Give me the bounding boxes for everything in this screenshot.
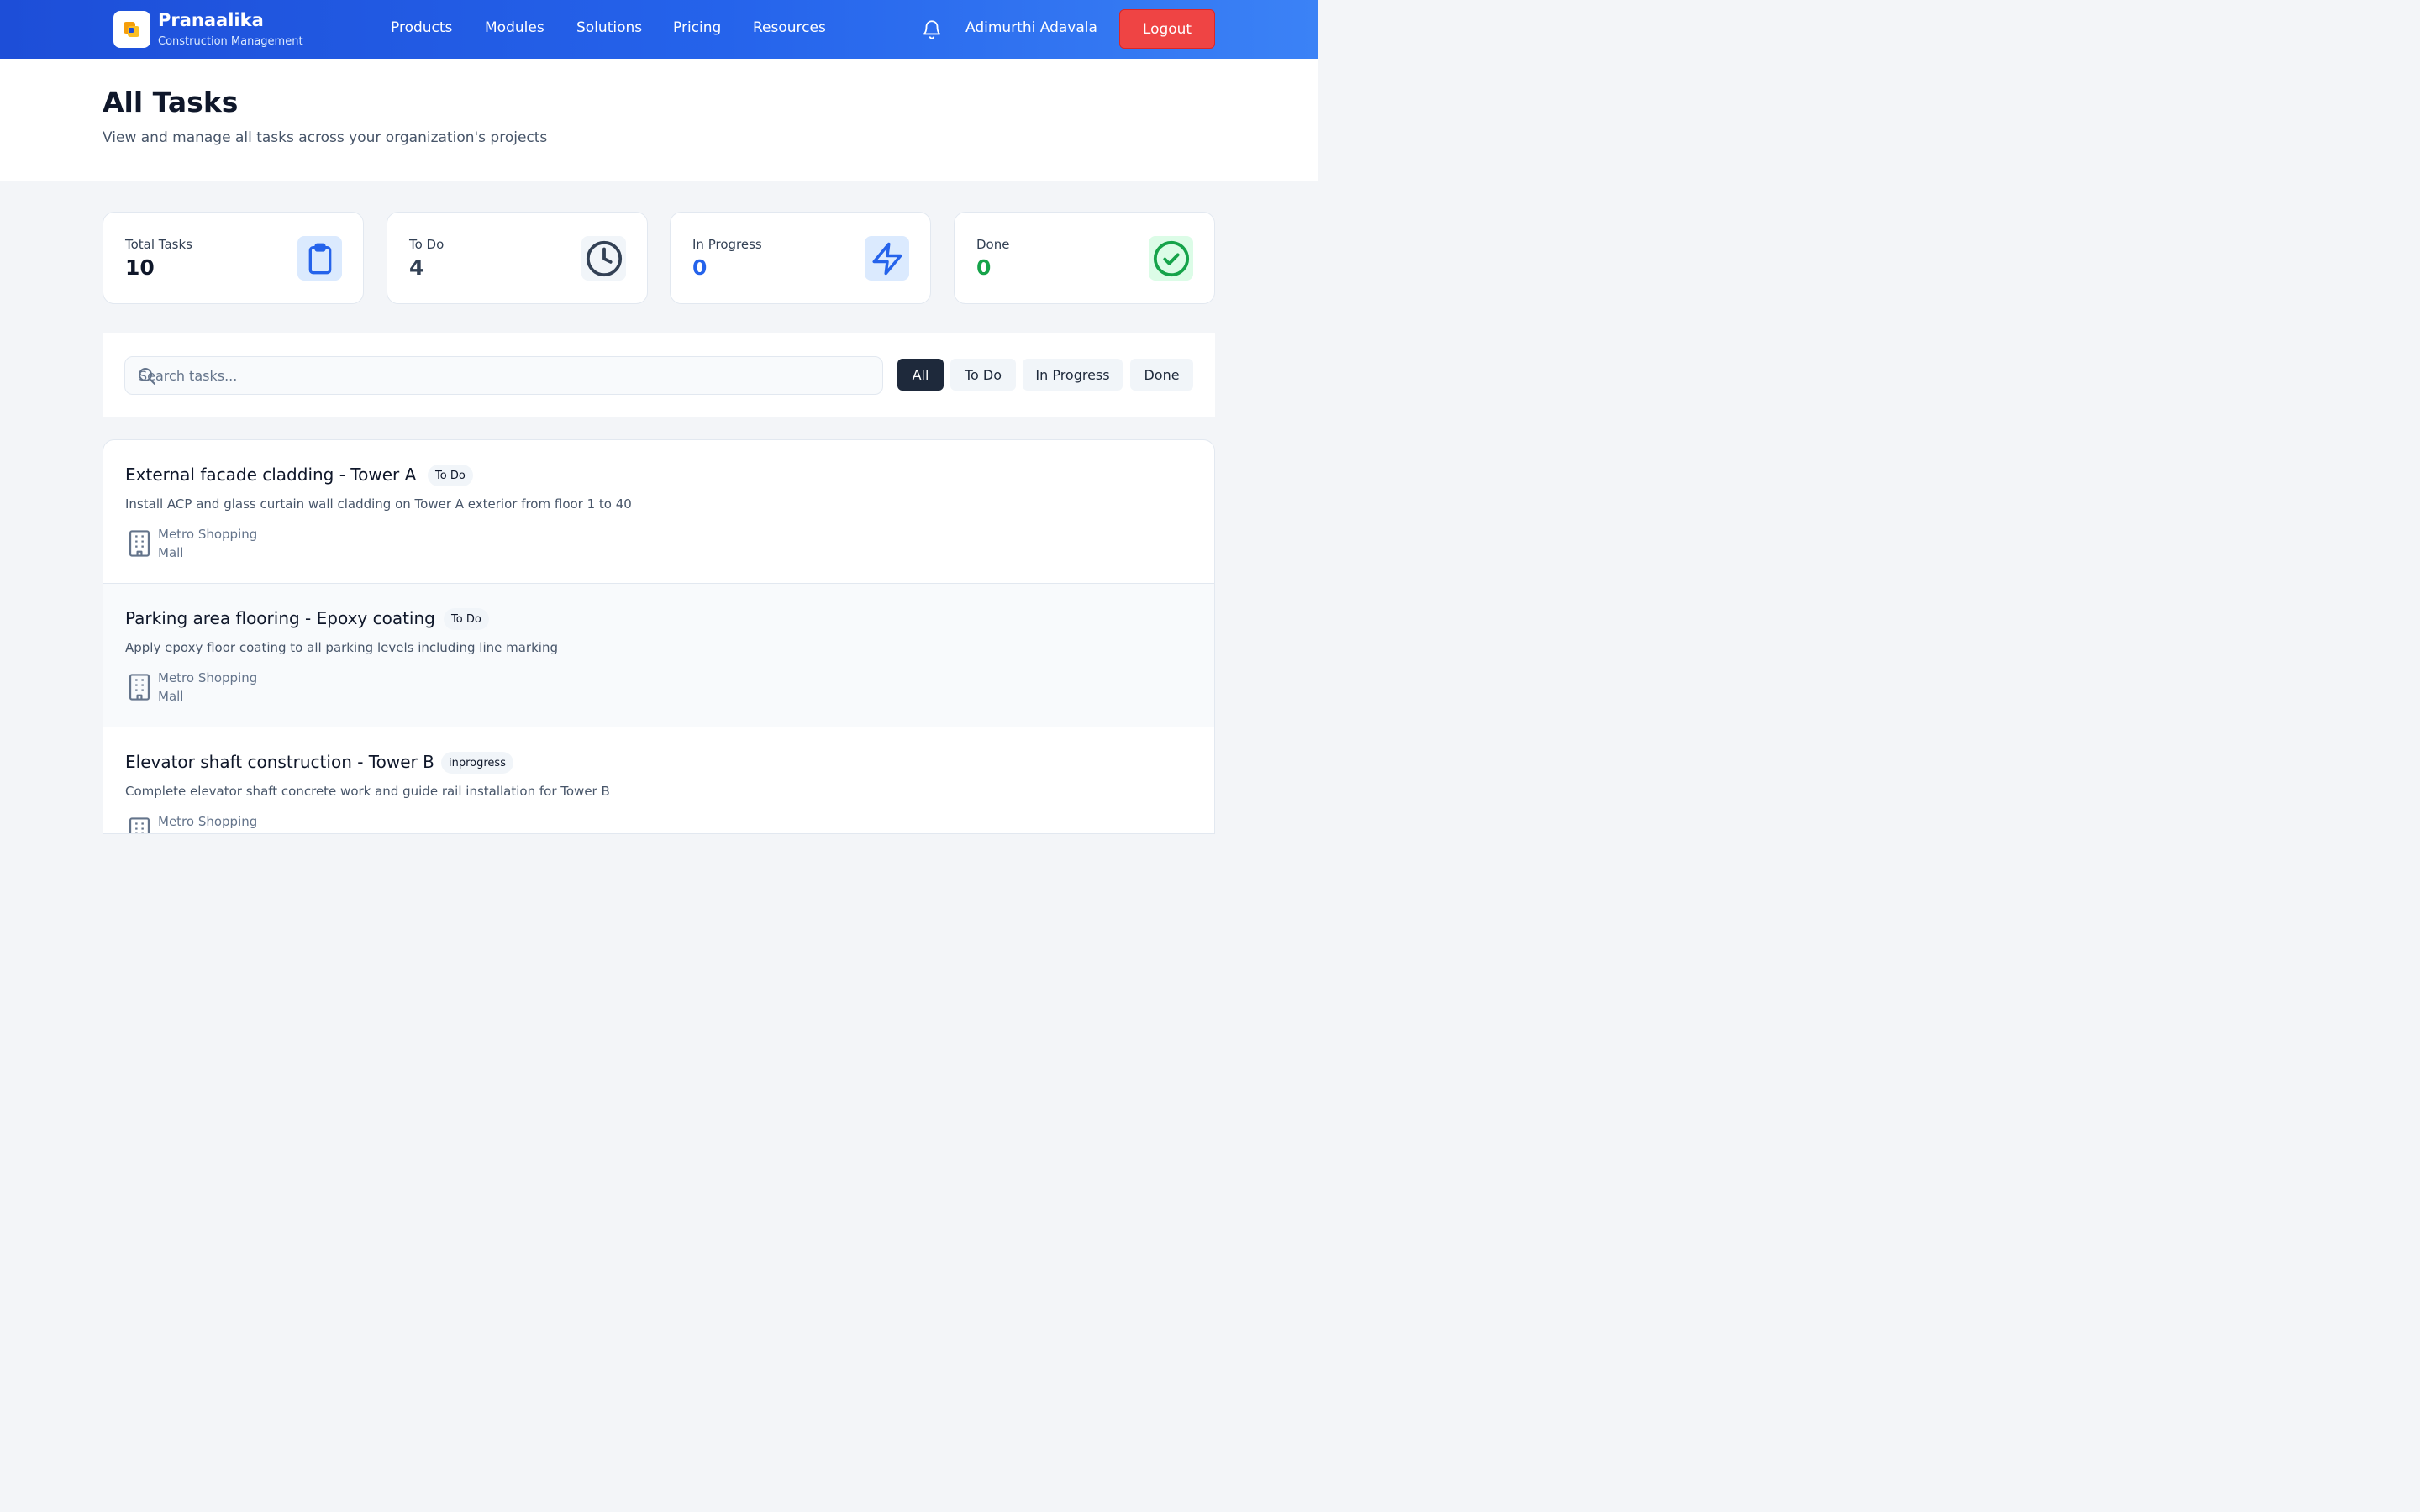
building-icon (127, 816, 152, 833)
task-title[interactable]: External facade cladding - Tower A (125, 465, 416, 485)
stat-label: Done (976, 237, 1010, 252)
task-card[interactable]: Elevator shaft construction - Tower B in… (103, 727, 1214, 833)
logout-button[interactable]: Logout (1119, 9, 1215, 49)
clipboard-icon (297, 236, 342, 281)
task-description: Apply epoxy floor coating to all parking… (125, 640, 558, 655)
search-input[interactable] (139, 357, 870, 394)
top-navbar: Pranaalika Construction Management Produ… (0, 0, 1318, 59)
status-badge: inprogress (441, 752, 513, 774)
brand-name[interactable]: Pranaalika (158, 10, 264, 30)
task-description: Complete elevator shaft concrete work an… (125, 784, 610, 799)
stat-value: 10 (125, 255, 155, 280)
status-badge: To Do (444, 608, 489, 630)
task-description: Install ACP and glass curtain wall cladd… (125, 496, 632, 512)
project-name: Metro Shopping Mall (158, 527, 258, 560)
clock-icon (581, 236, 626, 281)
brand-subtitle: Construction Management (158, 35, 303, 48)
filter-done[interactable]: Done (1130, 359, 1193, 391)
stat-value: 0 (976, 255, 992, 280)
stat-card-in-progress: In Progress 0 (670, 212, 931, 304)
page-title: All Tasks (103, 86, 239, 118)
check-circle-icon (1149, 236, 1193, 281)
nav-item-solutions[interactable]: Solutions (576, 19, 642, 36)
stat-label: In Progress (692, 237, 762, 252)
logo-icon (124, 22, 139, 37)
task-card[interactable]: Parking area flooring - Epoxy coating To… (103, 584, 1214, 727)
filter-all[interactable]: All (897, 359, 944, 391)
filter-to-do[interactable]: To Do (950, 359, 1016, 391)
filter-bar: All To Do In Progress Done (103, 333, 1215, 417)
brand-logo[interactable] (113, 11, 150, 48)
stat-card-total-tasks: Total Tasks 10 (103, 212, 364, 304)
stat-label: To Do (409, 237, 445, 252)
stat-value: 4 (409, 255, 424, 280)
search-box[interactable] (124, 356, 883, 395)
task-title[interactable]: Parking area flooring - Epoxy coating (125, 608, 435, 628)
user-name[interactable]: Adimurthi Adavala (965, 19, 1097, 36)
stat-card-to-do: To Do 4 (387, 212, 648, 304)
building-icon (127, 673, 152, 701)
lightning-icon (865, 236, 909, 281)
nav-item-resources[interactable]: Resources (753, 19, 826, 36)
task-card[interactable]: External facade cladding - Tower A To Do… (103, 440, 1214, 584)
page-subtitle: View and manage all tasks across your or… (103, 129, 548, 146)
nav-item-products[interactable]: Products (391, 19, 452, 36)
stat-value: 0 (692, 255, 708, 280)
task-list: External facade cladding - Tower A To Do… (103, 439, 1215, 834)
building-icon (127, 529, 152, 558)
status-badge: To Do (428, 465, 473, 486)
project-name: Metro Shopping Mall (158, 670, 258, 704)
filter-in-progress[interactable]: In Progress (1023, 359, 1123, 391)
task-title[interactable]: Elevator shaft construction - Tower B (125, 752, 434, 772)
stat-label: Total Tasks (125, 237, 192, 252)
nav-item-pricing[interactable]: Pricing (673, 19, 721, 36)
nav-item-modules[interactable]: Modules (485, 19, 544, 36)
project-name: Metro Shopping Mall (158, 814, 258, 833)
notification-bell-icon[interactable] (921, 18, 943, 41)
page-header: All Tasks View and manage all tasks acro… (0, 59, 1318, 181)
stat-card-done: Done 0 (954, 212, 1215, 304)
